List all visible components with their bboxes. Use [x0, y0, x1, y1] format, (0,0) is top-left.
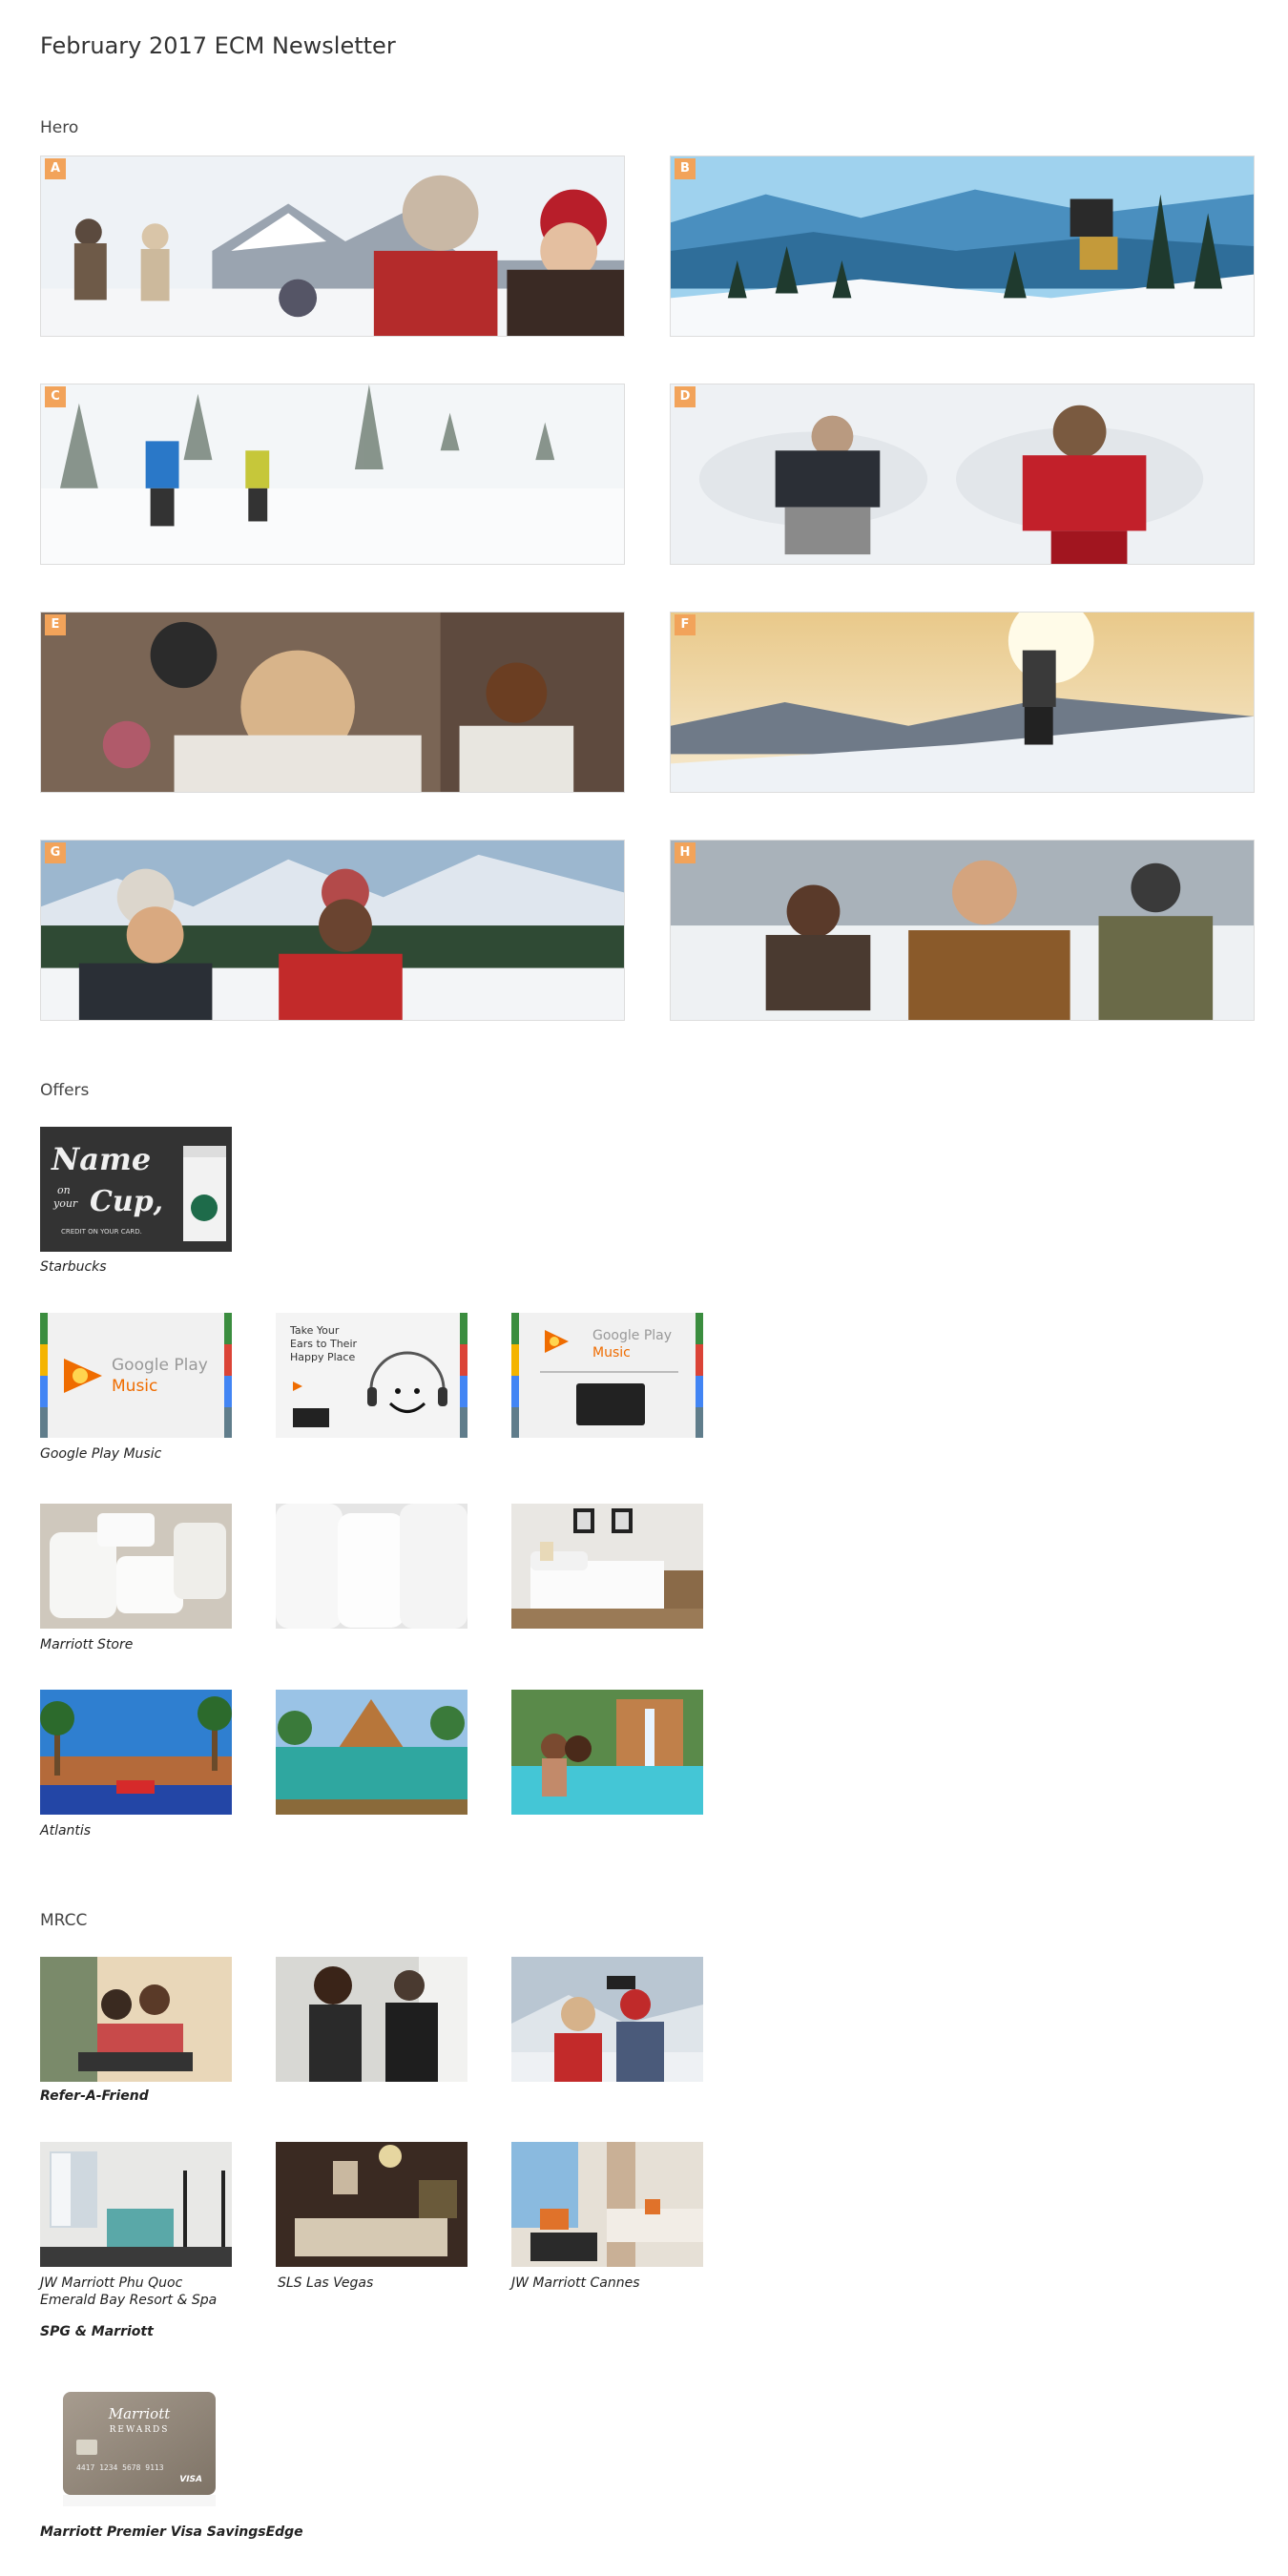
card-rewards-text: REWARDS	[110, 2425, 170, 2435]
gpm-product-text-2: Music	[592, 1345, 631, 1361]
section-label-hero: Hero	[40, 118, 79, 137]
mrcc-refer-image-1[interactable]	[40, 1957, 232, 2082]
gpm-brand-text: Google Play	[112, 1356, 208, 1375]
gpm-tagline-1: Take Your	[289, 1324, 340, 1337]
caption-refer-a-friend: Refer-A-Friend	[40, 2088, 149, 2104]
offer-starbucks-image[interactable]: Name on your Cup, CREDIT ON YOUR CARD.	[40, 1127, 232, 1252]
hero-tag: F	[675, 614, 696, 635]
mrcc-refer-image-3[interactable]	[511, 1957, 703, 2082]
hero-tag: B	[675, 158, 696, 179]
offer-google-play-image-2[interactable]: Take Your Ears to Their Happy Place	[276, 1313, 467, 1438]
starbucks-name-text: Name	[51, 1141, 151, 1177]
offer-atlantis-image-1[interactable]	[40, 1690, 232, 1815]
mrcc-phu-quoc-image[interactable]	[40, 2142, 232, 2267]
caption-atlantis: Atlantis	[40, 1823, 92, 1839]
caption-sls-las-vegas: SLS Las Vegas	[278, 2275, 374, 2291]
hero-tag: D	[675, 386, 696, 407]
gpm-product-text: Music	[112, 1377, 157, 1396]
hero-tag: E	[45, 614, 66, 635]
offer-atlantis-image-2[interactable]	[276, 1690, 467, 1815]
caption-marriott-premier-visa: Marriott Premier Visa SavingsEdge	[40, 2524, 303, 2540]
gpm-tagline-3: Happy Place	[290, 1351, 355, 1363]
hero-image-b[interactable]: B	[670, 156, 1255, 337]
hero-image-g[interactable]: G	[40, 840, 625, 1021]
caption-phu-quoc-2: Emerald Bay Resort & Spa	[40, 2293, 218, 2308]
offer-atlantis-image-3[interactable]	[511, 1690, 703, 1815]
hero-image-e[interactable]: E	[40, 612, 625, 793]
hero-image-h[interactable]: H	[670, 840, 1255, 1021]
caption-google-play-music: Google Play Music	[40, 1446, 162, 1462]
starbucks-your-text: your	[52, 1197, 78, 1210]
caption-starbucks: Starbucks	[40, 1259, 107, 1275]
caption-phu-quoc-1: JW Marriott Phu Quoc	[40, 2275, 183, 2291]
card-brand-text: Marriott	[108, 2405, 171, 2422]
hero-image-d[interactable]: D	[670, 384, 1255, 565]
hero-tag: A	[45, 158, 66, 179]
caption-marriott-store: Marriott Store	[40, 1637, 134, 1652]
mrcc-cannes-image[interactable]	[511, 2142, 703, 2267]
gpm-brand-text-2: Google Play	[592, 1328, 672, 1343]
offer-marriott-store-image-1[interactable]	[40, 1504, 232, 1629]
section-label-offers: Offers	[40, 1081, 90, 1100]
card-visa-text: VISA	[179, 2475, 202, 2484]
hero-image-c[interactable]: C	[40, 384, 625, 565]
mrcc-refer-image-2[interactable]	[276, 1957, 467, 2082]
hero-tag: G	[45, 842, 66, 863]
hero-image-f[interactable]: F	[670, 612, 1255, 793]
offer-google-play-image-3[interactable]: Google Play Music	[511, 1313, 703, 1438]
hero-tag: H	[675, 842, 696, 863]
card-number-text: 4417 1234 5678 9113	[76, 2463, 164, 2472]
hero-tag: C	[45, 386, 66, 407]
starbucks-on-text: on	[57, 1184, 71, 1196]
offer-marriott-store-image-2[interactable]	[276, 1504, 467, 1629]
hero-image-a[interactable]: A	[40, 156, 625, 337]
caption-spg-marriott: SPG & Marriott	[40, 2324, 154, 2339]
marriott-card-image[interactable]: Marriott REWARDS 4417 1234 5678 9113 VIS…	[59, 2388, 221, 2510]
offer-google-play-image-1[interactable]: Google Play Music	[40, 1313, 232, 1438]
section-label-mrcc: MRCC	[40, 1911, 88, 1930]
mrcc-sls-image[interactable]	[276, 2142, 467, 2267]
page-title: February 2017 ECM Newsletter	[40, 32, 396, 59]
offer-marriott-store-image-3[interactable]	[511, 1504, 703, 1629]
starbucks-cup-text: Cup,	[90, 1185, 163, 1218]
starbucks-footer-text: CREDIT ON YOUR CARD.	[61, 1228, 142, 1236]
gpm-tagline-2: Ears to Their	[290, 1338, 357, 1350]
caption-jw-marriott-cannes: JW Marriott Cannes	[511, 2275, 640, 2291]
